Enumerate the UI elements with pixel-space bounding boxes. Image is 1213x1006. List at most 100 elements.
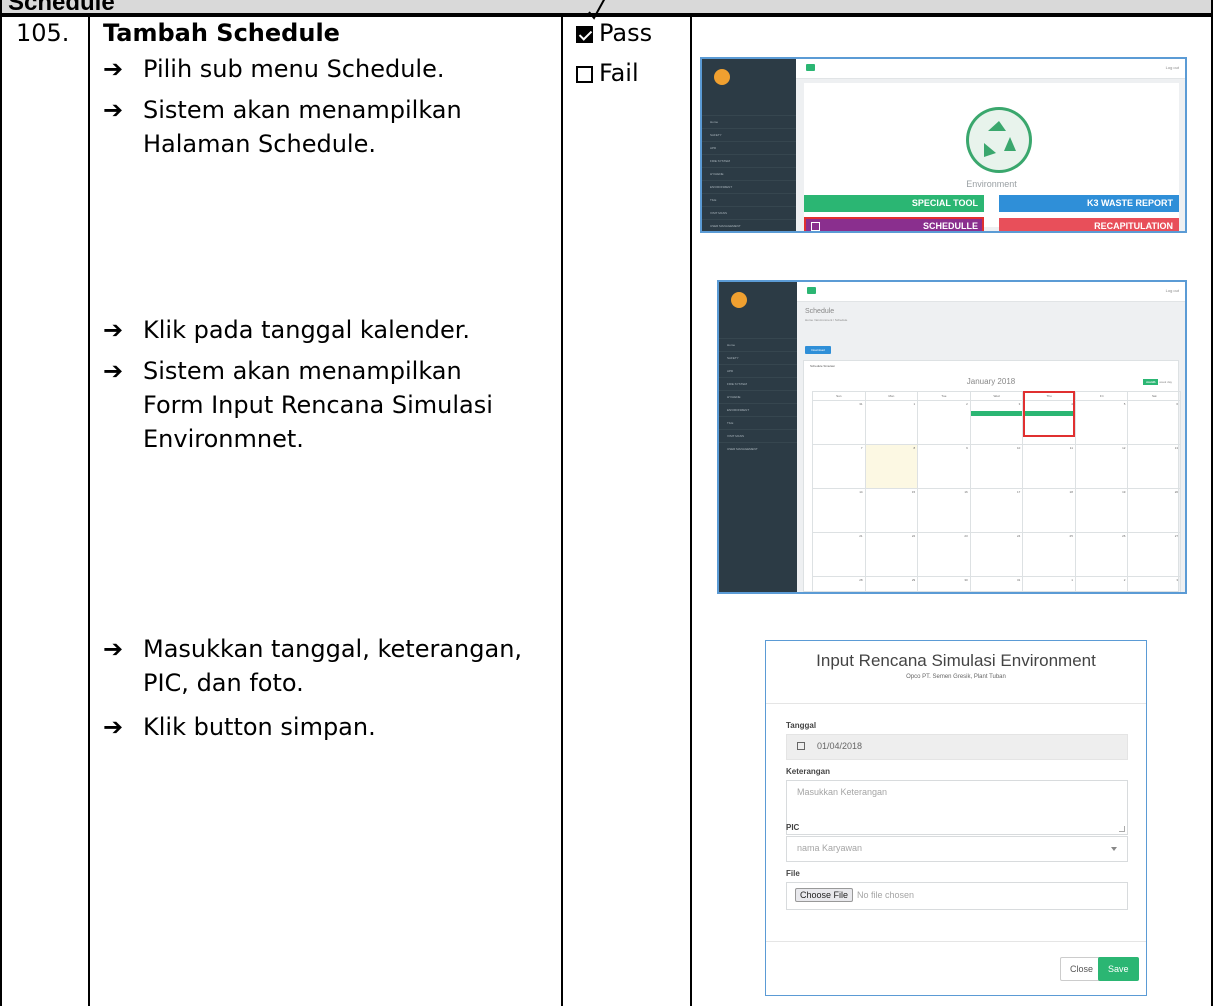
day-number: 12	[1122, 446, 1126, 450]
calendar-day[interactable]: 22	[865, 533, 919, 577]
calendar-day[interactable]: 14	[813, 489, 866, 533]
sidebar-item[interactable]: Home	[719, 338, 797, 351]
day-number: 10	[1016, 446, 1021, 450]
calendar-day[interactable]: 19	[1075, 489, 1129, 533]
calendar-day[interactable]: 17	[970, 489, 1024, 533]
row-title: Tambah Schedule	[103, 19, 340, 47]
sidebar-item[interactable]: APD	[719, 364, 797, 377]
calendar-day[interactable]: 6	[1128, 401, 1182, 445]
week-view-button[interactable]: week	[1159, 380, 1166, 384]
sidebar-item[interactable]: APD	[702, 141, 796, 154]
logout-link[interactable]: Log out	[1166, 288, 1179, 293]
pass-option[interactable]: Pass	[576, 18, 652, 48]
fail-checkbox[interactable]	[576, 66, 593, 83]
menu-toggle-button[interactable]	[806, 64, 815, 71]
menu-toggle-button[interactable]	[807, 287, 816, 294]
close-button[interactable]: Close	[1060, 957, 1104, 981]
sidebar-item[interactable]: FIRE SYSTEM	[719, 377, 797, 390]
calendar-day[interactable]: 31	[813, 401, 866, 445]
calendar-day[interactable]: 11	[1023, 445, 1076, 489]
calendar-day[interactable]: 12	[1075, 445, 1129, 489]
arrow-icon: ➔	[103, 713, 124, 741]
day-number: 24	[1016, 534, 1021, 538]
calendar-day[interactable]: 2	[918, 401, 971, 445]
day-number: 31	[1016, 578, 1021, 582]
choose-file-button[interactable]: Choose File	[795, 888, 854, 902]
keterangan-textarea[interactable]: Masukkan Keterangan	[786, 780, 1128, 835]
k3-waste-report-tile[interactable]: K3 WASTE REPORT	[999, 195, 1179, 212]
calendar-day[interactable]: 26	[1075, 533, 1129, 577]
pass-checkbox[interactable]	[576, 26, 593, 43]
sidebar-item[interactable]: ENVIRONMENT	[719, 403, 797, 416]
sidebar-item[interactable]: HYGIENE	[702, 167, 796, 180]
day-view-button[interactable]: day	[1167, 380, 1172, 384]
sidebar-item[interactable]: SAFETY	[702, 128, 796, 141]
calendar-panel: Schedule Simulasi January 2018 month wee…	[803, 360, 1182, 592]
highlight-box	[1023, 391, 1075, 437]
calendar-day[interactable]: 7	[813, 445, 866, 489]
special-tool-tile[interactable]: SPECIAL TOOL	[804, 195, 984, 212]
file-input[interactable]: Choose File No file chosen	[786, 882, 1128, 910]
column-divider-1	[88, 15, 90, 1006]
calendar-day[interactable]: 21	[813, 533, 866, 577]
sidebar-item[interactable]: USER MANAGEMENT	[702, 219, 796, 231]
calendar-day[interactable]: 25	[1023, 533, 1076, 577]
calendar-day[interactable]: 3	[970, 401, 1024, 445]
sidebar-item[interactable]: SAFETY	[719, 351, 797, 364]
calendar-day[interactable]: 13	[1128, 445, 1182, 489]
topbar: Log out	[797, 282, 1185, 302]
screenshot-schedule-calendar: Home SAFETY APD FIRE SYSTEM HYGIENE ENVIRONME…	[717, 280, 1187, 594]
sidebar-item[interactable]: ENVIRONMENT	[702, 180, 796, 193]
calendar-day[interactable]: 5	[1075, 401, 1129, 445]
sidebar-item-label: ENVIRONMENT	[727, 408, 750, 412]
day-number: 17	[1016, 490, 1021, 494]
calendar-day[interactable]: 9	[918, 445, 971, 489]
day-number: 2	[966, 402, 968, 406]
day-number: 16	[964, 490, 968, 494]
calendar-day[interactable]: 23	[918, 533, 971, 577]
sidebar-item[interactable]: HYGIENE	[719, 390, 797, 403]
resize-handle-icon[interactable]	[1119, 826, 1125, 832]
calendar-day[interactable]: 30	[918, 577, 971, 592]
calendar-day[interactable]: 1	[865, 401, 919, 445]
calendar-day[interactable]: 2	[1076, 577, 1129, 592]
download-button[interactable]: Download	[805, 346, 831, 354]
day-number: 28	[859, 578, 863, 582]
sidebar-item-label: FIRE SYSTEM	[727, 382, 748, 386]
calendar-day[interactable]: 31	[971, 577, 1024, 592]
calendar-day[interactable]: 1	[1023, 577, 1076, 592]
recapitulation-tile[interactable]: RECAPITULATION	[999, 218, 1179, 231]
sidebar-item[interactable]: VISIT MANS	[702, 206, 796, 219]
weekday-label: Fri	[1099, 394, 1104, 398]
sidebar-item[interactable]: TILE	[702, 193, 796, 206]
calendar-day[interactable]: 16	[918, 489, 971, 533]
calendar-day[interactable]: 8	[865, 445, 919, 489]
sidebar-item[interactable]: VISIT MANS	[719, 429, 797, 442]
calendar-grid: Sun Mon Tue Wed Thu Fri Sat 31 1 2 3 4 5 6 7 8 9 10 11 12 1…	[812, 391, 1182, 592]
calendar-day[interactable]: 20	[1128, 489, 1182, 533]
sidebar-item[interactable]: FIRE SYSTEM	[702, 154, 796, 167]
weekday-cell: Tue	[918, 392, 971, 401]
calendar-day[interactable]: 29	[866, 577, 919, 592]
sidebar-item[interactable]: USER MANAGEMENT	[719, 442, 797, 455]
calendar-day[interactable]: 18	[1023, 489, 1076, 533]
fail-option[interactable]: Fail	[576, 58, 639, 88]
logout-link[interactable]: Log out	[1166, 65, 1179, 70]
calendar-day[interactable]: 27	[1128, 533, 1182, 577]
sidebar-item[interactable]: Home	[702, 115, 796, 128]
calendar-day[interactable]: 28	[813, 577, 866, 592]
calendar-day[interactable]: 15	[865, 489, 919, 533]
month-view-button[interactable]: month	[1143, 379, 1159, 385]
save-button[interactable]: Save	[1098, 957, 1139, 981]
table-border-left	[0, 15, 2, 1006]
tanggal-field[interactable]: 01/04/2018	[786, 734, 1128, 760]
calendar-event[interactable]	[970, 411, 1023, 416]
calendar-day[interactable]: 10	[970, 445, 1024, 489]
column-divider-2	[561, 15, 563, 1006]
weekday-label: Tue	[941, 394, 947, 398]
calendar-day[interactable]: 3	[1128, 577, 1182, 592]
sidebar-item[interactable]: TILE	[719, 416, 797, 429]
pic-select[interactable]: nama Karyawan	[786, 836, 1128, 862]
sidebar-item-label: VISIT MANS	[710, 211, 727, 215]
calendar-day[interactable]: 24	[970, 533, 1024, 577]
